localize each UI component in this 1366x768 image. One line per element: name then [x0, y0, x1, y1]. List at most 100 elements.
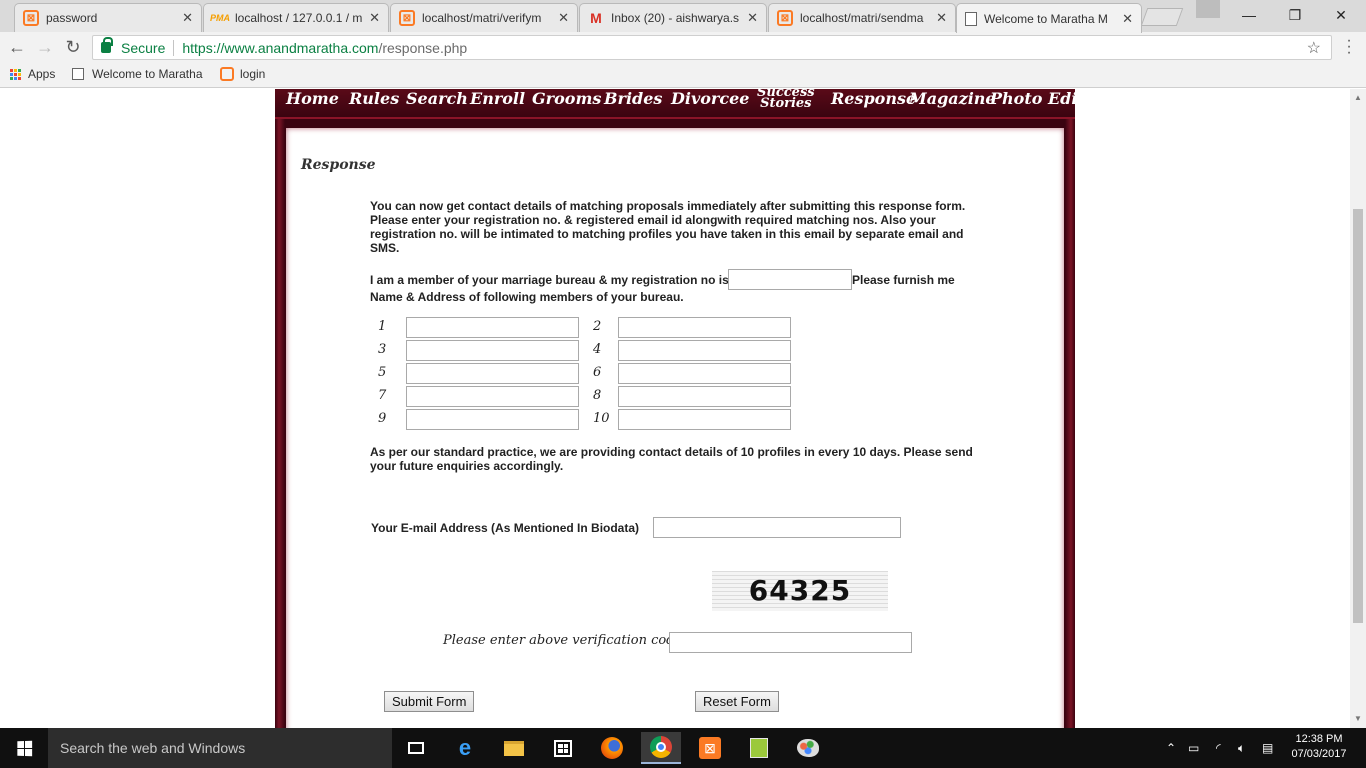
xampp-icon: ⊠ [23, 10, 39, 26]
nav-search[interactable]: Search [406, 89, 468, 108]
volume-icon[interactable]: 🔈︎ [1238, 728, 1245, 768]
browser-tab[interactable]: ⊠ password ✕ [14, 3, 202, 32]
profile-field-2[interactable] [618, 317, 791, 338]
registration-number-input[interactable] [728, 269, 852, 290]
task-view-icon[interactable] [396, 732, 436, 764]
nav-brides[interactable]: Brides [604, 89, 662, 108]
email-input[interactable] [653, 517, 901, 538]
profile-number-label: 6 [593, 365, 602, 380]
profile-field-7[interactable] [406, 386, 579, 407]
page-viewport: Home Rules Search Enroll Grooms Brides D… [0, 89, 1350, 728]
close-icon[interactable]: ✕ [369, 10, 380, 26]
profile-field-9[interactable] [406, 409, 579, 430]
menu-dots-icon[interactable]: · · · [1344, 33, 1354, 61]
bookmark-apps[interactable]: Apps [10, 67, 55, 81]
show-hidden-icons[interactable]: ⌃ [1166, 728, 1176, 768]
start-button[interactable] [0, 728, 48, 768]
close-icon[interactable]: ✕ [558, 10, 569, 26]
nav-grooms[interactable]: Grooms [532, 89, 601, 108]
wifi-icon[interactable]: ◜ [1216, 728, 1221, 768]
site-container: Home Rules Search Enroll Grooms Brides D… [275, 89, 1085, 728]
nav-divorcee[interactable]: Divorcee [671, 89, 749, 108]
close-icon[interactable]: ✕ [1122, 11, 1133, 27]
close-icon[interactable]: ✕ [747, 10, 758, 26]
maximize-button[interactable]: ❐ [1272, 0, 1318, 30]
verification-code-input[interactable] [669, 632, 912, 653]
clock-time: 12:38 PM [1295, 733, 1343, 745]
site-nav: Home Rules Search Enroll Grooms Brides D… [275, 89, 1085, 119]
windows-logo-icon [16, 740, 32, 756]
profile-field-6[interactable] [618, 363, 791, 384]
minimize-button[interactable]: — [1226, 0, 1272, 30]
page-title: Response [301, 157, 376, 173]
browser-tab[interactable]: ⊠ localhost/matri/sendma ✕ [768, 3, 956, 32]
battery-icon[interactable]: ▭ [1188, 728, 1199, 768]
nav-photo-edit[interactable]: Photo Edit [990, 89, 1085, 108]
back-icon[interactable]: ← [6, 36, 28, 58]
phpmyadmin-icon: PMA [210, 13, 230, 23]
submit-form-button[interactable]: Submit Form [384, 691, 475, 712]
close-window-button[interactable]: ✕ [1318, 0, 1364, 30]
scroll-thumb[interactable] [1353, 209, 1363, 623]
profile-field-1[interactable] [406, 317, 579, 338]
page-scrollbar[interactable]: ▲ ▼ [1350, 89, 1366, 728]
xampp-icon: ⊠ [777, 10, 793, 26]
nav-success-stories[interactable]: Success Stories [757, 89, 815, 110]
bookmark-star-icon[interactable]: ☆ [1307, 38, 1321, 58]
tab-title: Inbox (20) - aishwarya.s [611, 11, 740, 25]
address-bar[interactable]: Secure https://www.anandmaratha.com /res… [92, 35, 1332, 60]
close-icon[interactable]: ✕ [182, 10, 193, 26]
nav-rules[interactable]: Rules [349, 89, 399, 108]
browser-tab[interactable]: M Inbox (20) - aishwarya.s ✕ [579, 3, 767, 32]
close-icon[interactable]: ✕ [936, 10, 947, 26]
reset-form-button[interactable]: Reset Form [695, 691, 779, 712]
nav-response[interactable]: Response [831, 89, 916, 108]
new-tab-button[interactable] [1140, 8, 1184, 26]
xampp-icon: ⊠ [399, 10, 415, 26]
paint-icon[interactable] [788, 732, 828, 764]
member-line-2: Name & Address of following members of y… [370, 290, 684, 304]
forward-icon[interactable]: → [34, 36, 56, 58]
windows-taskbar: Search the web and Windows e ⊠ ⌃ ▭ ◜ 🔈︎ … [0, 728, 1366, 768]
profile-field-4[interactable] [618, 340, 791, 361]
file-explorer-icon[interactable] [494, 732, 534, 764]
profile-icon[interactable] [1196, 0, 1220, 18]
profile-field-5[interactable] [406, 363, 579, 384]
scroll-up-icon[interactable]: ▲ [1353, 93, 1363, 103]
bookmark-label: Apps [28, 67, 56, 81]
profile-number-label: 10 [593, 411, 610, 426]
profile-field-8[interactable] [618, 386, 791, 407]
nav-home[interactable]: Home [286, 89, 339, 108]
edge-icon[interactable]: e [445, 732, 485, 764]
notepad-icon[interactable] [739, 732, 779, 764]
store-icon[interactable] [543, 732, 583, 764]
lock-icon [101, 37, 113, 53]
taskbar-clock[interactable]: 12:38 PM 07/03/2017 [1283, 732, 1355, 762]
action-center-icon[interactable]: ▤ [1262, 728, 1273, 768]
url-path: /response.php [378, 39, 468, 56]
reload-icon[interactable]: ↻ [62, 36, 84, 58]
tab-title: localhost/matri/sendma [800, 11, 924, 25]
scroll-down-icon[interactable]: ▼ [1353, 714, 1363, 724]
nav-enroll[interactable]: Enroll [470, 89, 525, 108]
profile-field-3[interactable] [406, 340, 579, 361]
browser-tab-active[interactable]: Welcome to Maratha M ✕ [956, 3, 1142, 33]
browser-tab[interactable]: ⊠ localhost/matri/verifym ✕ [390, 3, 578, 32]
bookmark-welcome[interactable]: Welcome to Maratha [72, 67, 203, 81]
xampp-icon[interactable]: ⊠ [690, 732, 730, 764]
apps-grid-icon [10, 68, 21, 80]
profile-number-label: 3 [378, 342, 387, 357]
tab-strip: ⊠ password ✕ PMA localhost / 127.0.0.1 /… [0, 0, 1366, 33]
response-form-panel: Response You can now get contact details… [286, 128, 1064, 728]
taskbar-search[interactable]: Search the web and Windows [48, 728, 392, 768]
practice-note: As per our standard practice, we are pro… [370, 445, 973, 473]
gmail-icon: M [590, 10, 602, 26]
document-icon [72, 68, 84, 80]
nav-magazine[interactable]: Magazine [909, 89, 996, 108]
bookmark-login[interactable]: login [220, 67, 265, 81]
chrome-icon[interactable] [641, 732, 681, 764]
profile-number-label: 9 [378, 411, 387, 426]
browser-tab[interactable]: PMA localhost / 127.0.0.1 / m ✕ [203, 3, 389, 32]
firefox-icon[interactable] [592, 732, 632, 764]
profile-field-10[interactable] [618, 409, 791, 430]
